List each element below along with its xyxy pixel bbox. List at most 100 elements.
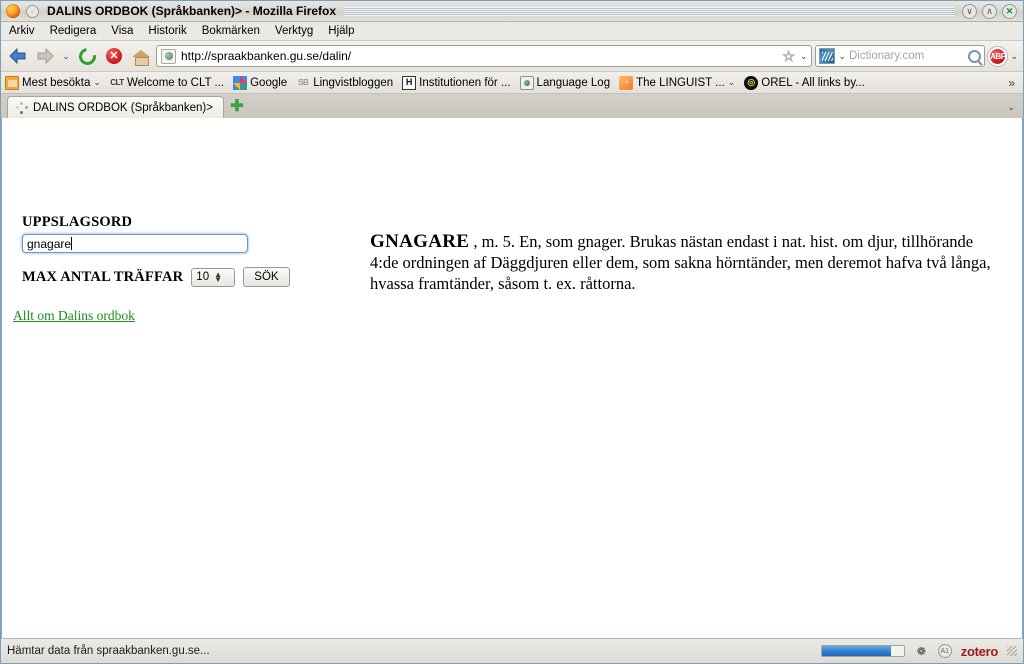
bookmark-label: Lingvistbloggen: [313, 76, 394, 89]
bookmarks-bar: Mest besökta ⌄ CLT Welcome to CLT ... Go…: [1, 72, 1023, 94]
loading-spinner-icon: [16, 101, 28, 114]
headword-input[interactable]: gnagare: [22, 234, 248, 253]
chevron-down-icon[interactable]: ⌄: [93, 77, 101, 88]
home-button[interactable]: [129, 44, 153, 68]
adblock-plus-icon[interactable]: ABP: [988, 46, 1008, 66]
chevron-down-icon[interactable]: ⌄: [728, 77, 736, 88]
stepper-icon[interactable]: ▲ ▼: [214, 271, 222, 284]
close-button[interactable]: ✕: [1002, 3, 1017, 19]
headword-input-value: gnagare: [27, 236, 72, 251]
max-hits-label: MAX ANTAL TRÄFFAR: [22, 268, 184, 285]
url-dropdown-icon[interactable]: ⌄: [800, 51, 808, 62]
menu-item-historik[interactable]: Historik: [148, 25, 186, 37]
menu-item-redigera[interactable]: Redigera: [50, 25, 97, 37]
window-resize-grip[interactable]: [1007, 646, 1017, 656]
entry-headword: GNAGARE: [370, 231, 470, 252]
sprakbanken-icon: SB: [298, 77, 309, 87]
rss-icon: ◔: [619, 75, 634, 90]
firefox-logo-icon: [5, 3, 21, 19]
zotero-button[interactable]: zotero: [961, 644, 999, 659]
google-icon: [233, 75, 248, 90]
site-identity-icon[interactable]: [161, 48, 176, 64]
bookmark-language-log[interactable]: Language Log: [519, 75, 611, 90]
bookmark-label: Google: [250, 76, 288, 89]
bookmark-label: The LINGUIST ...: [636, 76, 725, 89]
maximize-button[interactable]: ∧: [982, 3, 997, 19]
search-submit-button[interactable]: SÖK: [243, 267, 290, 287]
window-title: DALINS ORDBOK (Språkbanken)> - Mozilla F…: [47, 4, 337, 18]
new-tab-button[interactable]: ✚: [224, 96, 250, 118]
search-input[interactable]: Dictionary.com: [849, 50, 965, 62]
navigation-toolbar: ⌄ ✕ http://spraakbanken.gu.se/dalin/ ☆ ⌄…: [1, 41, 1023, 72]
status-message: Hämtar data från spraakbanken.gu.se...: [7, 645, 210, 657]
menu-bar: Arkiv Redigera Visa Historik Bokmärken V…: [1, 22, 1023, 41]
toolbar-overflow-icon[interactable]: ⌄: [1010, 51, 1018, 62]
institution-icon: H: [402, 75, 417, 90]
bookmark-google[interactable]: Google: [233, 75, 288, 90]
back-arrow-icon: [9, 48, 26, 64]
back-button[interactable]: [6, 44, 30, 68]
menu-item-verktyg[interactable]: Verktyg: [275, 25, 313, 37]
page-content: UPPSLAGSORD gnagare MAX ANTAL TRÄFFAR 10…: [1, 118, 1023, 638]
orel-icon: ◎: [744, 75, 759, 90]
text-cursor: [71, 237, 73, 250]
dictionary-entry: GNAGARE , m. 5. En, som gnager. Brukas n…: [370, 231, 995, 294]
bookmark-orel[interactable]: ◎ OREL - All links by...: [744, 75, 865, 90]
bookmark-label: Institutionen för ...: [419, 76, 511, 89]
search-engine-dropdown-icon[interactable]: ⌄: [838, 51, 846, 62]
max-hits-select[interactable]: 10 ▲ ▼: [191, 267, 236, 287]
tab-label: DALINS ORDBOK (Språkbanken)>: [33, 101, 213, 114]
menu-item-hjalp[interactable]: Hjälp: [328, 25, 354, 37]
dalin-dictionary-page: UPPSLAGSORD gnagare MAX ANTAL TRÄFFAR 10…: [2, 118, 1022, 638]
reload-button[interactable]: [75, 44, 99, 68]
bookmark-label: Welcome to CLT ...: [126, 76, 225, 89]
bookmark-the-linguist[interactable]: ◔ The LINGUIST ... ⌄: [619, 75, 736, 90]
browser-window: · DALINS ORDBOK (Språkbanken)> - Mozilla…: [0, 0, 1024, 664]
headword-label: UPPSLAGSORD: [22, 214, 133, 230]
url-bar[interactable]: http://spraakbanken.gu.se/dalin/ ☆ ⌄: [156, 45, 813, 67]
clt-icon: CLT: [110, 77, 124, 87]
minimize-button[interactable]: ∨: [962, 3, 977, 19]
about-dalin-link[interactable]: Allt om Dalins ordbok: [13, 308, 135, 324]
bookmark-mest-besokta[interactable]: Mest besökta ⌄: [5, 75, 101, 90]
max-hits-value: 10: [196, 271, 210, 283]
tab-list-button[interactable]: ⌄: [1007, 102, 1015, 113]
window-controls: ∨ ∧ ✕: [962, 3, 1017, 19]
max-hits-row: MAX ANTAL TRÄFFAR 10 ▲ ▼ SÖK: [22, 267, 342, 287]
tab-dalins-ordbok[interactable]: DALINS ORDBOK (Språkbanken)>: [7, 96, 224, 118]
title-bar: · DALINS ORDBOK (Språkbanken)> - Mozilla…: [1, 1, 1023, 22]
url-input[interactable]: http://spraakbanken.gu.se/dalin/: [181, 49, 777, 63]
search-engine-icon[interactable]: [819, 48, 836, 64]
menu-item-arkiv[interactable]: Arkiv: [9, 25, 35, 37]
language-log-icon: [519, 75, 534, 90]
forward-button[interactable]: [33, 44, 57, 68]
addon-status-icon[interactable]: A1: [937, 644, 952, 658]
tab-bar: DALINS ORDBOK (Språkbanken)> ✚ ⌄: [1, 94, 1023, 118]
folder-icon: [5, 75, 19, 90]
stop-icon: ✕: [106, 48, 122, 64]
sparkle-icon[interactable]: ❁: [914, 644, 929, 659]
menu-item-bokmarken[interactable]: Bokmärken: [202, 25, 260, 37]
history-dropdown-button[interactable]: ⌄: [60, 51, 72, 62]
search-magnifier-icon[interactable]: [968, 49, 982, 63]
bookmark-star-icon[interactable]: ☆: [782, 49, 796, 64]
bookmark-institutionen[interactable]: H Institutionen för ...: [402, 75, 511, 90]
bookmark-label: Language Log: [536, 76, 611, 89]
search-bar[interactable]: ⌄ Dictionary.com: [815, 45, 986, 67]
window-menu-icon[interactable]: ·: [24, 3, 40, 19]
bookmark-welcome-to-clt[interactable]: CLT Welcome to CLT ...: [110, 76, 224, 90]
home-icon: [132, 49, 150, 66]
stop-button[interactable]: ✕: [102, 44, 126, 68]
bookmark-lingvistbloggen[interactable]: SB Lingvistbloggen: [296, 76, 393, 90]
progress-bar: [820, 645, 905, 657]
status-bar: Hämtar data från spraakbanken.gu.se... ❁…: [1, 638, 1023, 663]
bookmark-label: OREL - All links by...: [761, 76, 865, 89]
status-bar-right: ❁ A1 zotero: [820, 644, 1017, 659]
bookmarks-overflow-button[interactable]: »: [1008, 76, 1019, 90]
bookmark-label: Mest besökta: [22, 76, 91, 89]
menu-item-visa[interactable]: Visa: [111, 25, 133, 37]
forward-arrow-icon: [37, 48, 54, 64]
search-form: UPPSLAGSORD gnagare MAX ANTAL TRÄFFAR 10…: [22, 214, 342, 287]
title-decoration: [344, 6, 954, 16]
reload-icon: [75, 44, 99, 68]
